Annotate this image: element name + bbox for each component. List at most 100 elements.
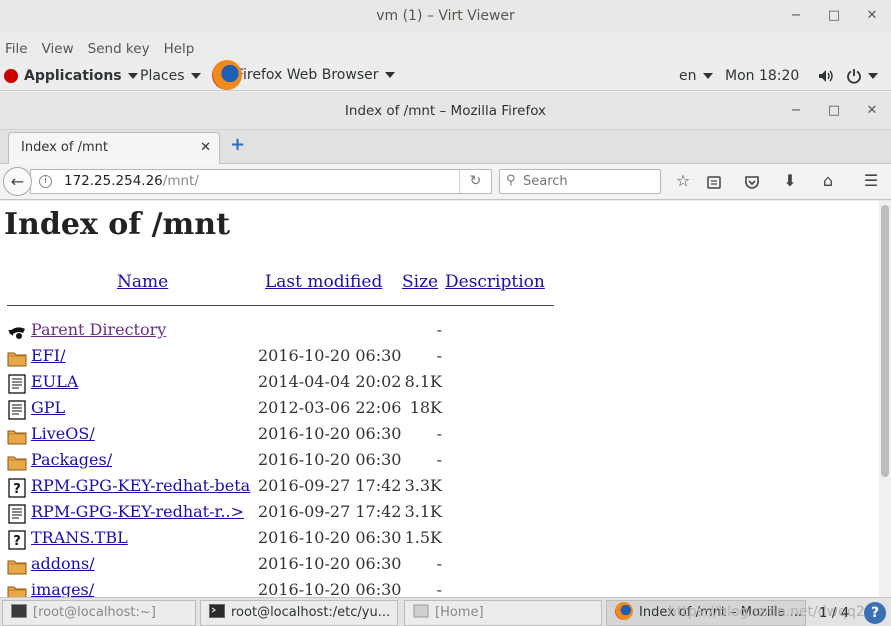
table-row: ? TRANS.TBL 2016-10-20 06:30 1.5K — [0, 526, 560, 552]
taskbar-item-terminal-home[interactable]: [root@localhost:~] — [2, 600, 196, 626]
power-icon — [847, 69, 861, 84]
maximize-icon[interactable]: □ — [815, 0, 853, 32]
table-row: EULA 2014-04-04 20:02 8.1K — [0, 370, 560, 396]
text-icon — [7, 374, 27, 394]
workspace-pager[interactable]: 1 / 4 — [810, 600, 858, 626]
close-icon[interactable]: ✕ — [853, 92, 891, 130]
virt-viewer-titlebar: vm (1) – Virt Viewer − □ ✕ — [0, 0, 891, 32]
table-row: GPL 2012-03-06 22:06 18K — [0, 396, 560, 422]
menu-hamburger-icon[interactable]: ☰ — [859, 170, 883, 194]
applications-label: Applications — [24, 68, 122, 84]
svg-text:?: ? — [13, 482, 21, 497]
column-header-description[interactable]: Description — [445, 272, 545, 292]
close-tab-icon[interactable]: ✕ — [200, 133, 211, 163]
last-modified-cell: 2016-10-20 06:30 — [258, 554, 402, 573]
column-header-last-modified[interactable]: Last modified — [265, 272, 382, 292]
file-link[interactable]: Parent Directory — [31, 318, 166, 342]
back-arrow-icon: ← — [10, 172, 25, 191]
table-row: RPM-GPG-KEY-redhat-r..> 2016-09-27 17:42 3… — [0, 500, 560, 526]
close-icon[interactable]: ✕ — [853, 0, 891, 32]
chevron-down-icon — [702, 73, 713, 79]
scrollbar-thumb[interactable] — [881, 205, 889, 477]
bookmark-star-icon[interactable]: ☆ — [671, 170, 695, 194]
back-icon — [7, 322, 27, 342]
firefox-app-menu[interactable]: Firefox Web Browser — [212, 60, 395, 90]
file-link[interactable]: EULA — [31, 370, 78, 394]
language-menu[interactable]: en — [679, 68, 713, 84]
file-link[interactable]: TRANS.TBL — [31, 526, 128, 550]
system-menu[interactable] — [818, 68, 878, 84]
minimize-icon[interactable]: − — [777, 92, 815, 130]
last-modified-cell: 2016-10-20 06:30 — [258, 528, 402, 547]
size-cell: - — [436, 320, 442, 339]
table-row: Parent Directory - — [0, 318, 560, 344]
url-text[interactable]: 172.25.254.26/mnt/ — [64, 170, 199, 193]
menu-help[interactable]: Help — [164, 41, 195, 57]
chevron-down-icon — [868, 73, 878, 79]
home-icon[interactable]: ⌂ — [816, 170, 840, 194]
size-cell: - — [436, 554, 442, 573]
search-input[interactable] — [523, 172, 658, 191]
menu-send-key[interactable]: Send key — [88, 41, 150, 57]
url-host: 172.25.254.26 — [64, 173, 163, 189]
taskbar-item-label: [root@localhost:~] — [33, 605, 156, 620]
help-button[interactable]: ? — [864, 602, 886, 624]
file-link[interactable]: Packages/ — [31, 448, 112, 472]
table-row: ? RPM-GPG-KEY-redhat-beta 2016-09-27 17:42… — [0, 474, 560, 500]
reload-icon[interactable]: ↻ — [459, 170, 491, 193]
file-link[interactable]: GPL — [31, 396, 65, 420]
virt-viewer-window-controls: − □ ✕ — [777, 0, 891, 32]
last-modified-cell: 2016-10-20 06:30 — [258, 580, 402, 597]
maximize-icon[interactable]: □ — [815, 92, 853, 130]
column-header-name[interactable]: Name — [117, 272, 168, 292]
tab-index-of-mnt[interactable]: Index of /mnt ✕ — [8, 132, 220, 164]
url-bar[interactable]: i 172.25.254.26/mnt/ ↻ — [30, 169, 492, 194]
firefox-tab-bar: Index of /mnt ✕ + — [0, 130, 891, 164]
applications-menu[interactable]: Applications — [0, 68, 138, 84]
last-modified-cell: 2012-03-06 22:06 — [258, 398, 402, 417]
reading-list-icon[interactable] — [702, 170, 726, 194]
last-modified-cell: 2016-10-20 06:30 — [258, 450, 402, 469]
size-cell: - — [436, 580, 442, 597]
size-cell: - — [436, 450, 442, 469]
menu-view[interactable]: View — [42, 41, 74, 57]
file-link[interactable]: images/ — [31, 578, 94, 597]
chevron-down-icon — [384, 72, 395, 78]
file-link[interactable]: addons/ — [31, 552, 95, 576]
taskbar-item-terminal-etc[interactable]: root@localhost:/etc/yu... — [200, 600, 398, 626]
svg-text:?: ? — [13, 534, 21, 549]
back-button[interactable]: ← — [3, 167, 32, 196]
clock-label: Mon 18:20 — [725, 68, 800, 84]
size-cell: 3.3K — [404, 476, 442, 495]
page-content: Index of /mnt Name Last modified Size De… — [0, 201, 879, 597]
pocket-icon[interactable] — [740, 170, 764, 194]
folder-icon — [7, 348, 27, 368]
terminal-icon — [209, 604, 225, 618]
column-header-size[interactable]: Size — [402, 272, 438, 292]
new-tab-icon[interactable]: + — [230, 134, 245, 155]
file-link[interactable]: LiveOS/ — [31, 422, 95, 446]
size-cell: 8.1K — [404, 372, 442, 391]
page-title: Index of /mnt — [4, 207, 230, 242]
bottom-taskbar: [root@localhost:~] root@localhost:/etc/y… — [0, 597, 891, 626]
file-link[interactable]: RPM-GPG-KEY-redhat-r..> — [31, 500, 244, 524]
size-cell: 18K — [409, 398, 442, 417]
firefox-titlebar: Index of /mnt – Mozilla Firefox − □ ✕ — [0, 92, 891, 130]
menu-file[interactable]: File — [5, 41, 28, 57]
header-divider — [7, 305, 554, 306]
chevron-down-icon — [127, 73, 138, 79]
taskbar-item-label: root@localhost:/etc/yu... — [231, 605, 391, 620]
vertical-scrollbar[interactable] — [879, 201, 891, 597]
info-icon[interactable]: i — [39, 175, 52, 188]
download-icon[interactable]: ⬇ — [778, 170, 802, 194]
last-modified-cell: 2016-09-27 17:42 — [258, 476, 402, 495]
search-bar[interactable]: ⚲ — [499, 169, 661, 194]
firefox-window-title: Index of /mnt – Mozilla Firefox — [344, 103, 547, 119]
file-link[interactable]: RPM-GPG-KEY-redhat-beta — [31, 474, 250, 498]
clock[interactable]: Mon 18:20 — [725, 68, 799, 84]
taskbar-item-home[interactable]: [Home] — [404, 600, 602, 626]
places-menu[interactable]: Places — [140, 68, 201, 84]
file-link[interactable]: EFI/ — [31, 344, 66, 368]
minimize-icon[interactable]: − — [777, 0, 815, 32]
last-modified-cell: 2016-10-20 06:30 — [258, 346, 402, 365]
